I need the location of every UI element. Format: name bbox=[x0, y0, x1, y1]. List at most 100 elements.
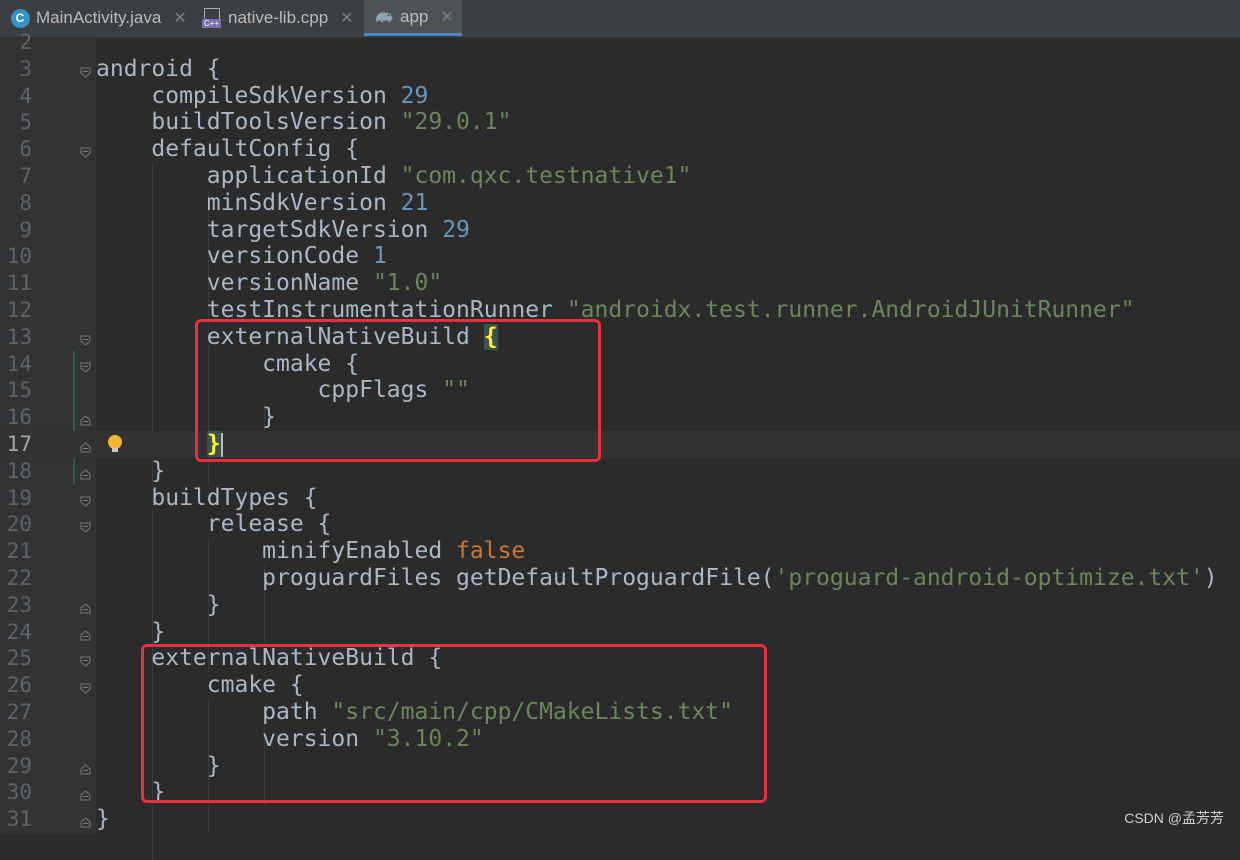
code-token: "com.qxc.testnative1" bbox=[400, 163, 692, 189]
fold-start-icon[interactable] bbox=[80, 492, 91, 507]
fold-start-icon[interactable] bbox=[80, 331, 91, 346]
fold-start-icon[interactable] bbox=[80, 652, 91, 668]
fold-end-icon[interactable] bbox=[80, 465, 91, 480]
code-text: android { bbox=[96, 56, 221, 83]
code-text: } bbox=[96, 458, 165, 485]
line-number: 29 bbox=[6, 753, 32, 778]
code-line[interactable]: 5 buildToolsVersion "29.0.1" bbox=[0, 109, 1240, 136]
code-token: } bbox=[96, 457, 166, 484]
fold-start-icon[interactable] bbox=[80, 63, 91, 78]
line-number: 12 bbox=[6, 298, 32, 322]
code-token: versionCode bbox=[96, 243, 373, 270]
fold-start-icon[interactable] bbox=[80, 518, 91, 534]
line-number: 14 bbox=[6, 351, 32, 376]
code-line[interactable]: 16 } bbox=[0, 404, 1240, 431]
code-line[interactable]: 18 } bbox=[0, 458, 1240, 485]
code-line[interactable]: 24 } bbox=[0, 619, 1240, 646]
code-line[interactable]: 13 externalNativeBuild { bbox=[0, 323, 1240, 351]
code-line[interactable]: 11 versionName "1.0" bbox=[0, 270, 1240, 297]
code-line[interactable]: 22 proguardFiles getDefaultProguardFile(… bbox=[0, 565, 1240, 592]
line-number: 31 bbox=[6, 807, 32, 832]
line-number: 7 bbox=[19, 164, 32, 188]
code-text: proguardFiles getDefaultProguardFile('pr… bbox=[96, 565, 1218, 592]
code-token: } bbox=[96, 591, 221, 618]
code-text: buildTypes { bbox=[96, 485, 317, 512]
code-token: 29 bbox=[442, 216, 470, 243]
code-line[interactable]: 17 } bbox=[0, 431, 1240, 458]
code-line[interactable]: 2 bbox=[0, 29, 1240, 56]
fold-end-icon[interactable] bbox=[80, 626, 91, 641]
fold-start-icon[interactable] bbox=[80, 143, 91, 158]
code-token: android { bbox=[96, 55, 221, 82]
close-icon[interactable]: ✕ bbox=[340, 8, 353, 28]
fold-end-icon[interactable] bbox=[80, 599, 91, 614]
line-number: 22 bbox=[6, 566, 32, 590]
close-icon[interactable]: ✕ bbox=[440, 7, 453, 27]
code-text: applicationId "com.qxc.testnative1" bbox=[96, 163, 692, 190]
line-number: 2 bbox=[19, 30, 32, 54]
code-token: compileSdkVersion bbox=[96, 82, 401, 109]
code-line[interactable]: 6 defaultConfig { bbox=[0, 136, 1240, 163]
code-token: 1 bbox=[372, 243, 387, 270]
code-token: } bbox=[96, 618, 166, 645]
line-number: 19 bbox=[6, 485, 32, 510]
fold-end-icon[interactable] bbox=[80, 813, 91, 828]
fold-end-icon[interactable] bbox=[80, 786, 91, 801]
code-line[interactable]: 7 applicationId "com.qxc.testnative1" bbox=[0, 163, 1240, 190]
line-number: 11 bbox=[6, 271, 32, 296]
code-line[interactable]: 4 compileSdkVersion 29 bbox=[0, 83, 1240, 110]
code-line[interactable]: 14 cmake { bbox=[0, 351, 1240, 378]
close-icon[interactable]: ✕ bbox=[173, 8, 186, 28]
code-line[interactable]: 21 minifyEnabled false bbox=[0, 538, 1240, 565]
code-line[interactable]: 8 minSdkVersion 21 bbox=[0, 190, 1240, 217]
java-class-icon: C bbox=[10, 8, 30, 28]
cpp-file-icon: C++ bbox=[202, 8, 222, 28]
line-number: 3 bbox=[19, 56, 32, 81]
code-line[interactable]: 23 } bbox=[0, 592, 1240, 619]
line-number: 8 bbox=[19, 190, 32, 215]
line-number: 30 bbox=[6, 780, 32, 805]
watermark: CSDN @孟芳芳 bbox=[1124, 810, 1224, 826]
line-number: 13 bbox=[6, 324, 32, 349]
code-token: 29 bbox=[400, 82, 429, 109]
code-line[interactable]: 12 testInstrumentationRunner "androidx.t… bbox=[0, 297, 1240, 324]
line-number: 5 bbox=[19, 110, 32, 135]
code-token: "29.0.1" bbox=[400, 109, 512, 136]
code-text: defaultConfig { bbox=[96, 136, 359, 163]
code-text: } bbox=[96, 619, 165, 646]
line-number: 21 bbox=[6, 539, 32, 564]
code-line[interactable]: 10 versionCode 1 bbox=[0, 243, 1240, 270]
code-text: minifyEnabled false bbox=[96, 538, 525, 565]
code-text: versionCode 1 bbox=[96, 243, 387, 270]
code-token: ) bbox=[1203, 565, 1218, 591]
fold-start-icon[interactable] bbox=[80, 679, 91, 694]
code-line[interactable]: 9 targetSdkVersion 29 bbox=[0, 217, 1240, 244]
code-line[interactable]: 15 cppFlags "" bbox=[0, 377, 1240, 404]
line-number: 15 bbox=[6, 378, 32, 403]
code-text: } bbox=[96, 806, 110, 833]
code-token: buildToolsVersion bbox=[96, 109, 401, 136]
code-token: targetSdkVersion bbox=[96, 216, 443, 243]
code-text: compileSdkVersion 29 bbox=[96, 83, 428, 110]
code-line[interactable]: 31} bbox=[0, 806, 1240, 833]
code-text: release { bbox=[96, 511, 332, 538]
code-token: minSdkVersion bbox=[96, 189, 401, 216]
line-number: 16 bbox=[6, 405, 32, 430]
code-line[interactable]: 19 buildTypes { bbox=[0, 485, 1240, 512]
code-token: minifyEnabled bbox=[96, 538, 457, 565]
line-number: 17 bbox=[6, 432, 32, 456]
code-token: "androidx.test.runner.AndroidJUnitRunner… bbox=[566, 297, 1135, 323]
code-line[interactable]: 3 android { bbox=[0, 56, 1240, 83]
code-line[interactable]: 20 release { bbox=[0, 511, 1240, 538]
line-number: 18 bbox=[6, 458, 32, 483]
fold-end-icon[interactable] bbox=[80, 438, 91, 453]
code-token: release { bbox=[96, 511, 332, 538]
fold-end-icon[interactable] bbox=[80, 411, 91, 426]
code-token: } bbox=[96, 806, 110, 833]
fold-start-icon[interactable] bbox=[80, 358, 91, 373]
code-text: targetSdkVersion 29 bbox=[96, 217, 470, 244]
line-number: 26 bbox=[6, 673, 32, 698]
code-token: 21 bbox=[400, 189, 429, 216]
fold-end-icon[interactable] bbox=[80, 760, 91, 775]
